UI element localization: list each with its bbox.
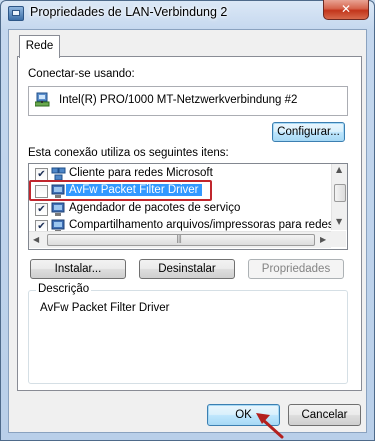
horizontal-scroll-thumb[interactable]: ||| bbox=[47, 234, 315, 246]
scroll-down-icon[interactable]: ▼ bbox=[336, 217, 342, 226]
properties-button[interactable]: Propriedades bbox=[248, 259, 344, 279]
scroll-right-icon[interactable]: ▶ bbox=[320, 235, 326, 244]
network-connection-icon bbox=[8, 6, 24, 21]
close-button[interactable]: ✕ bbox=[323, 0, 369, 20]
cancel-button[interactable]: Cancelar bbox=[288, 404, 361, 426]
list-item[interactable]: ✔ Agendador de pacotes de serviço bbox=[29, 201, 332, 218]
annotation-arrow-icon bbox=[256, 413, 284, 439]
description-text: AvFw Packet Filter Driver bbox=[40, 302, 170, 314]
items-label: Esta conexão utiliza os seguintes itens: bbox=[28, 147, 229, 159]
window-title: Propriedades de LAN-Verbindung 2 bbox=[30, 5, 228, 19]
item-label: Agendador de pacotes de serviço bbox=[69, 202, 241, 214]
scroll-left-icon[interactable]: ◀ bbox=[33, 235, 39, 244]
network-client-icon bbox=[51, 167, 66, 181]
vertical-scroll-thumb[interactable] bbox=[334, 184, 346, 202]
connect-using-label: Conectar-se usando: bbox=[28, 68, 135, 80]
horizontal-scrollbar[interactable]: ◀ ||| ▶ bbox=[29, 231, 331, 248]
configure-button[interactable]: Configurar... bbox=[272, 122, 345, 142]
item-checkbox[interactable]: ✔ bbox=[35, 203, 48, 216]
tab-rede[interactable]: Rede bbox=[19, 35, 60, 58]
scroll-up-icon[interactable]: ▲ bbox=[336, 165, 342, 174]
scroll-corner bbox=[331, 231, 346, 247]
adapter-name: Intel(R) PRO/1000 MT-Netzwerkverbindung … bbox=[59, 94, 298, 106]
network-adapter-icon bbox=[35, 92, 50, 107]
install-button[interactable]: Instalar... bbox=[30, 259, 126, 279]
item-label: Compartilhamento arquivos/impressoras pa… bbox=[69, 219, 348, 231]
vertical-scrollbar[interactable]: ▲ ▼ bbox=[331, 164, 347, 230]
highlight-box bbox=[29, 180, 212, 201]
item-label: Cliente para redes Microsoft bbox=[69, 167, 213, 179]
uninstall-button[interactable]: Desinstalar bbox=[139, 259, 235, 279]
description-title: Descrição bbox=[36, 283, 92, 295]
network-service-icon bbox=[51, 202, 65, 216]
